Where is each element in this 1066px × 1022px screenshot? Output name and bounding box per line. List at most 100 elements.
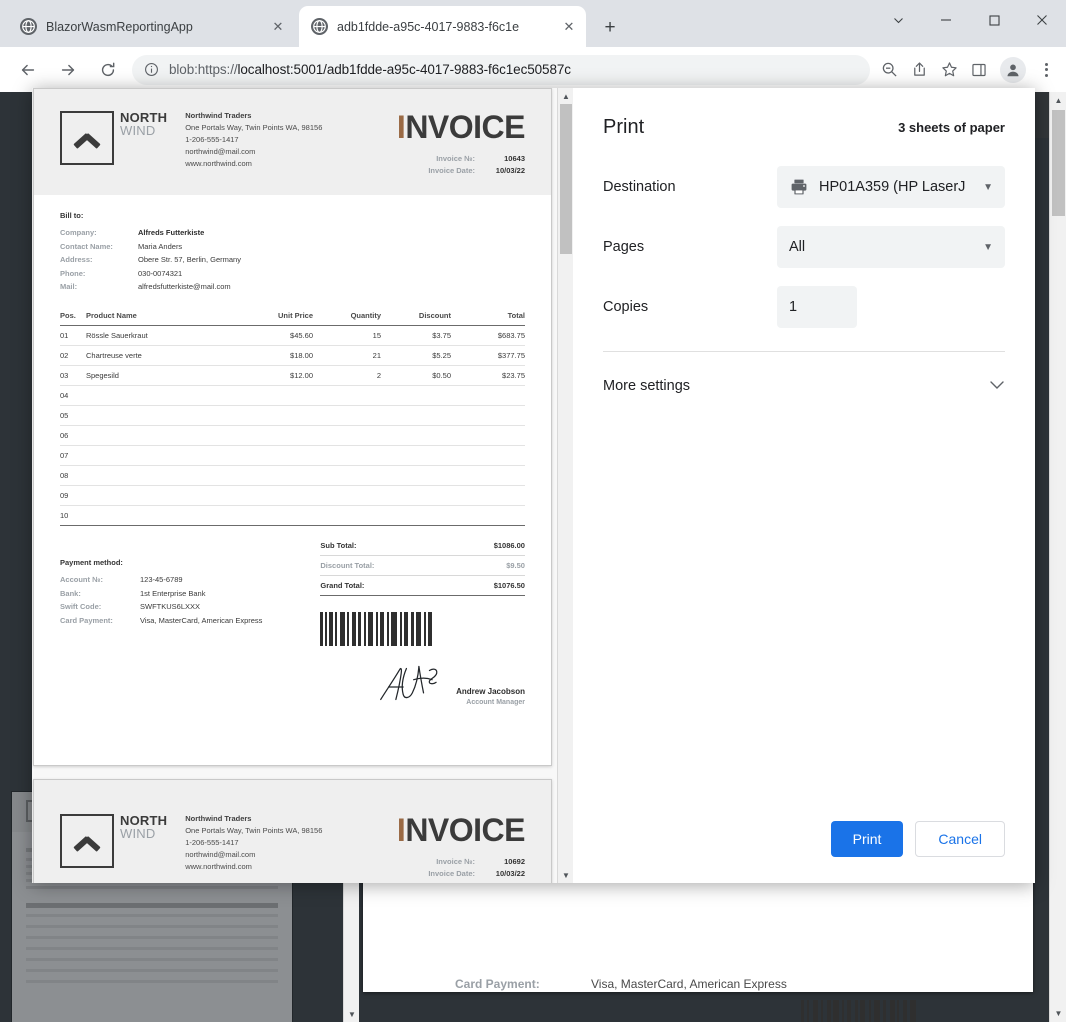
cell-pos: 04 [60, 385, 86, 406]
signature-role: Account Manager [466, 699, 525, 706]
tab-title: BlazorWasmReportingApp [46, 19, 193, 34]
cell-total: $377.75 [451, 345, 525, 366]
cell-empty [86, 505, 525, 526]
chevron-down-icon[interactable] [874, 0, 922, 40]
cell-product: Rössle Sauerkraut [86, 325, 235, 346]
bookmark-star-icon[interactable] [934, 55, 964, 85]
cell-discount: $5.25 [381, 345, 451, 366]
col-product: Product Name [86, 307, 235, 326]
invoice-header: NORTH WIND Northwind Traders One Portals… [34, 780, 551, 883]
profile-avatar-icon[interactable] [1000, 56, 1026, 83]
copies-label: Copies [603, 299, 649, 315]
maximize-icon[interactable] [970, 0, 1018, 40]
scroll-down-arrow-icon[interactable]: ▼ [1050, 1005, 1066, 1022]
invoice-number-row: Invoice №: 10692 [397, 857, 525, 866]
invoice-title-block: INVOICE Invoice №: 10692 Invoice Date: 1… [397, 814, 526, 878]
pages-value: All [789, 239, 806, 255]
more-settings-label: More settings [603, 378, 691, 394]
globe-icon [311, 18, 328, 35]
destination-row: Destination HP01A359 (HP LaserJ ▼ [603, 157, 1005, 217]
payment-key: Card Payment: [60, 615, 113, 625]
close-icon[interactable]: ✕ [269, 18, 287, 36]
cell-qty: 21 [313, 345, 381, 366]
tab-blazorwasmreportingapp[interactable]: BlazorWasmReportingApp ✕ [8, 6, 295, 47]
share-icon[interactable] [904, 55, 934, 85]
kebab-menu-icon[interactable] [1032, 62, 1060, 77]
scrollbar-thumb[interactable] [1052, 110, 1065, 216]
payment-value: 123-45-6789 [140, 575, 183, 584]
scrollbar-thumb[interactable] [560, 104, 572, 254]
cell-pos: 02 [60, 345, 86, 366]
table-row: 03 Spegesild $12.00 2 $0.50 $23.75 [60, 365, 525, 386]
bill-to-key: Phone: [60, 268, 86, 278]
invoice-meta: Invoice №: 10692 Invoice Date: 10/03/22 [397, 857, 525, 878]
company-address: One Portals Way, Twin Points WA, 98156 [185, 123, 323, 132]
table-row: 02 Chartreuse verte $18.00 21 $5.25 $377… [60, 345, 525, 366]
table-row: 09 [60, 485, 525, 506]
table-header-row: Pos. Product Name Unit Price Quantity Di… [60, 307, 525, 326]
print-button[interactable]: Print [830, 821, 904, 857]
invoice-number-label: Invoice №: [436, 154, 475, 163]
print-preview-pane: NORTH WIND Northwind Traders One Portals… [32, 88, 573, 883]
destination-label: Destination [603, 179, 676, 195]
tab-invoice-blob[interactable]: adb1fdde-a95c-4017-9883-f6c1e ✕ [299, 6, 586, 47]
scroll-down-arrow-icon[interactable]: ▼ [558, 867, 573, 883]
browser-toolbar: blob:https://localhost:5001/adb1fdde-a95… [0, 47, 1066, 92]
chevron-down-icon[interactable]: ▼ [983, 242, 993, 253]
invoice-word: INVOICE [396, 109, 526, 145]
printer-icon [789, 177, 809, 197]
table-row: 10 [60, 505, 525, 526]
page-scrollbar[interactable]: ▲ ▼ [1049, 92, 1066, 1022]
scroll-up-arrow-icon[interactable]: ▲ [558, 88, 573, 104]
info-circle-icon[interactable] [142, 55, 160, 85]
close-icon[interactable] [1018, 0, 1066, 40]
payment-key: Swift Code: [60, 602, 102, 611]
reload-icon[interactable] [92, 54, 124, 86]
forward-icon[interactable] [52, 54, 84, 86]
payment-value: Visa, MasterCard, American Express [140, 615, 263, 625]
zoom-out-icon[interactable] [874, 55, 904, 85]
destination-select[interactable]: HP01A359 (HP LaserJ ▼ [777, 166, 1005, 208]
invoice-title-block: INVOICE Invoice №: 10643 Invoice Date: 1… [396, 109, 526, 175]
close-icon[interactable]: ✕ [560, 18, 578, 36]
cell-qty: 2 [313, 365, 381, 386]
cell-qty: 15 [313, 325, 381, 346]
destination-value: HP01A359 (HP LaserJ [819, 179, 966, 195]
payment-row: Card Payment: Visa, MasterCard, American… [60, 616, 320, 625]
pages-row: Pages All ▼ [603, 217, 1005, 277]
cell-pos: 01 [60, 325, 86, 346]
table-row: 08 [60, 465, 525, 486]
company-name: Northwind Traders [185, 814, 252, 823]
pages-select[interactable]: All ▼ [777, 226, 1005, 268]
cancel-button[interactable]: Cancel [915, 821, 1005, 857]
copies-input[interactable]: 1 [777, 286, 857, 328]
cell-pos: 06 [60, 425, 86, 446]
side-panel-icon[interactable] [964, 55, 994, 85]
minimize-icon[interactable] [922, 0, 970, 40]
back-icon[interactable] [12, 54, 44, 86]
col-total: Total [451, 307, 525, 326]
northwind-chevron-logo [60, 814, 114, 868]
scroll-down-arrow-icon[interactable]: ▼ [344, 1006, 360, 1022]
invoice-document-2: NORTH WIND Northwind Traders One Portals… [34, 780, 551, 883]
print-preview-scrollbar[interactable]: ▲ ▼ [557, 88, 573, 883]
more-settings-toggle[interactable]: More settings [573, 352, 1035, 394]
print-preview-page-1: NORTH WIND Northwind Traders One Portals… [33, 88, 552, 766]
company-email: northwind@mail.com [185, 850, 256, 859]
discount-total-label: Discount Total: [320, 561, 375, 570]
table-body: 01 Rössle Sauerkraut $45.60 15 $3.75 $68… [60, 325, 525, 526]
invoice-body: Bill to: Company: Alfreds Futterkiste Co… [34, 195, 551, 646]
url-scheme: blob:https:// [169, 62, 238, 77]
chevron-down-icon[interactable]: ▼ [983, 182, 993, 193]
new-tab-button[interactable]: + [596, 13, 624, 41]
print-dialog-actions: Print Cancel [830, 821, 1005, 857]
cell-price: $45.60 [235, 325, 313, 346]
logo-wordmark: NORTH WIND [120, 111, 167, 137]
company-info: Northwind Traders One Portals Way, Twin … [185, 814, 322, 874]
invoice-date-label: Invoice Date: [428, 869, 475, 878]
cell-pos: 10 [60, 505, 86, 526]
chevron-down-icon[interactable] [989, 379, 1005, 393]
payment-method-title: Payment method: [60, 558, 123, 567]
scroll-up-arrow-icon[interactable]: ▲ [1050, 92, 1066, 109]
address-bar[interactable]: blob:https://localhost:5001/adb1fdde-a95… [132, 54, 870, 85]
